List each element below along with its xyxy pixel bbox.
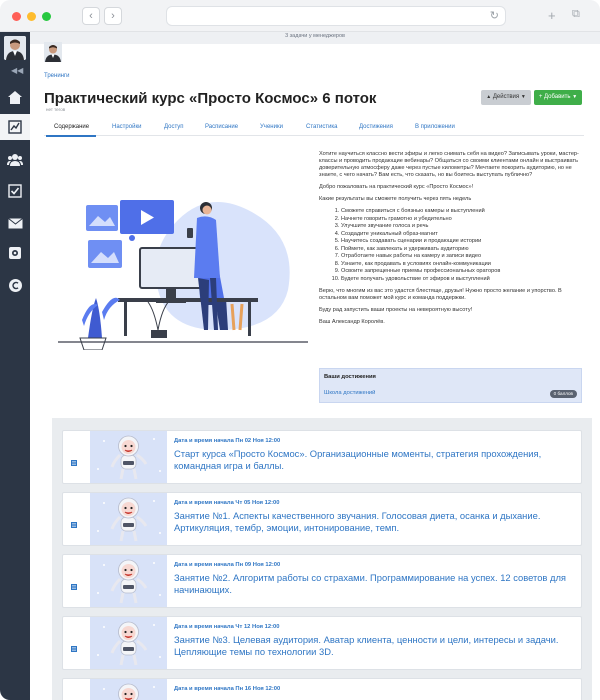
- lesson-list-icon: [71, 453, 77, 466]
- achievements-title: Ваши достижения: [324, 374, 376, 380]
- course-description: Хотите научиться классно вести эфиры и л…: [319, 151, 584, 331]
- app-window: ‹ › ↻ + ⧉ ◀◀ 3 задачи у менеджеров Трени…: [0, 0, 600, 700]
- description-outro: Верю, что многим из вас это удастся блес…: [319, 288, 562, 301]
- tab-bar: Содержание Настройки Доступ Расписание У…: [44, 120, 584, 136]
- lesson-title-link[interactable]: Старт курса «Просто Космос». Организацио…: [174, 448, 579, 471]
- sidebar-item-tasks[interactable]: [0, 178, 30, 204]
- maximize-window-icon[interactable]: [42, 12, 51, 21]
- lesson-thumbnail[interactable]: [90, 431, 167, 483]
- forward-icon[interactable]: ›: [104, 7, 122, 25]
- reload-icon[interactable]: ↻: [490, 9, 499, 22]
- list-item: Освоите запрещенные приемы профессиональ…: [341, 268, 584, 276]
- tabs-overview-icon[interactable]: ⧉: [572, 8, 580, 21]
- sidebar-item-settings[interactable]: [0, 240, 30, 266]
- sidebar-item-home[interactable]: [0, 84, 30, 110]
- chevron-down-icon: ▼: [572, 94, 578, 100]
- tab-students[interactable]: Ученики: [260, 124, 283, 130]
- lesson-title-link[interactable]: Занятие №1. Аспекты качественного звучан…: [174, 510, 579, 533]
- results-heading: Какие результаты вы сможете получить чер…: [319, 196, 472, 202]
- points-badge: 0 баллов: [549, 390, 577, 398]
- description-launch: Буду рад запустить ваши проекты на невер…: [319, 307, 473, 313]
- lesson-list-icon: [71, 577, 77, 590]
- lesson-card[interactable]: Дата и время начала Чт 12 Ноя 12:00 Занят…: [62, 616, 582, 670]
- list-item: Научитесь создавать сценарии и продающие…: [341, 238, 584, 246]
- home-icon: [8, 90, 22, 104]
- minimize-window-icon[interactable]: [27, 12, 36, 21]
- browser-toolbar: ‹ › ↻ + ⧉: [0, 0, 600, 32]
- tag-icon: ▲: [486, 94, 492, 100]
- list-item: Узнаете, как продавать в условиях онлайн…: [341, 261, 584, 269]
- lesson-list-icon: [71, 515, 77, 528]
- course-illustration: [58, 180, 308, 351]
- list-item: Будете получать удовольствие от эфиров и…: [341, 276, 584, 284]
- top-notice-bar[interactable]: 3 задачи у менеджеров: [30, 32, 600, 44]
- page-title: Практический курс «Просто Космос» 6 пото…: [44, 90, 377, 107]
- breadcrumb[interactable]: Тренинги: [44, 73, 70, 79]
- tab-in-app[interactable]: В приложении: [415, 124, 455, 130]
- list-item: Поймете, как завлекать и удерживать ауди…: [341, 246, 584, 254]
- tab-content[interactable]: Содержание: [54, 124, 89, 130]
- tags-label: нет тегов: [46, 107, 66, 112]
- gear-icon: [9, 247, 21, 259]
- sidebar-item-analytics[interactable]: [0, 114, 30, 140]
- collapse-sidebar-icon[interactable]: ◀◀: [11, 66, 23, 75]
- results-list: Сможете справиться с боязнью камеры и вы…: [341, 208, 584, 283]
- lesson-list-icon: [71, 639, 77, 652]
- list-item: Отработаете навык работы на камеру и зап…: [341, 253, 584, 261]
- chat-icon: [8, 278, 22, 292]
- lesson-start-date: Дата и время начала Пн 02 Ноя 12:00: [174, 438, 281, 444]
- checkbox-icon: [8, 184, 22, 198]
- actions-button[interactable]: ▲ Действия ▼: [481, 90, 531, 105]
- lesson-start-date: Дата и время начала Чт 12 Ноя 12:00: [174, 624, 280, 630]
- chevron-down-icon: ▼: [520, 94, 526, 100]
- list-item: Создадите уникальный образ-магнит: [341, 231, 584, 239]
- plus-icon: +: [538, 94, 543, 100]
- list-item: Сможете справиться с боязнью камеры и вы…: [341, 208, 584, 216]
- lesson-thumbnail[interactable]: [90, 617, 167, 669]
- tab-access[interactable]: Доступ: [164, 124, 184, 130]
- lesson-start-date: Дата и время начала Пн 09 Ноя 12:00: [174, 562, 281, 568]
- close-window-icon[interactable]: [12, 12, 21, 21]
- tab-settings[interactable]: Настройки: [112, 124, 141, 130]
- lesson-card[interactable]: Дата и время начала Пн 02 Ноя 12:00 Старт…: [62, 430, 582, 484]
- list-item: Улучшите звучание голоса и речь: [341, 223, 584, 231]
- sidebar-item-support[interactable]: [0, 272, 30, 298]
- tab-achievements[interactable]: Достижения: [359, 124, 393, 130]
- mail-icon: [7, 217, 23, 228]
- description-signature: Ваш Александр Королёв.: [319, 319, 385, 325]
- lesson-card[interactable]: Дата и время начала Пн 09 Ноя 12:00 Занят…: [62, 554, 582, 608]
- avatar[interactable]: [4, 36, 26, 60]
- description-intro: Хотите научиться классно вести эфиры и л…: [319, 151, 579, 178]
- lesson-thumbnail[interactable]: [90, 679, 167, 700]
- sidebar-item-users[interactable]: [0, 146, 30, 172]
- lesson-title-link[interactable]: Занятие №2. Алгоритм работы со страхами.…: [174, 572, 579, 595]
- lesson-thumbnail[interactable]: [90, 493, 167, 545]
- address-bar[interactable]: ↻: [166, 6, 506, 26]
- lesson-start-date: Дата и время начала Чт 05 Ноя 12:00: [174, 500, 280, 506]
- actions-button-label: Действия: [492, 94, 520, 100]
- users-icon: [7, 153, 23, 166]
- achievements-panel: Ваши достижения Школа достижений 0 балло…: [319, 368, 582, 403]
- left-sidebar: ◀◀: [0, 32, 30, 700]
- lesson-start-date: Дата и время начала Пн 16 Ноя 12:00: [174, 686, 281, 692]
- back-icon[interactable]: ‹: [82, 7, 100, 25]
- user-avatar[interactable]: [44, 42, 62, 62]
- chart-icon: [8, 120, 22, 134]
- manager-tasks-notice[interactable]: 3 задачи у менеджеров: [30, 33, 600, 39]
- lesson-card[interactable]: Дата и время начала Пн 16 Ноя 12:00: [62, 678, 582, 700]
- tab-schedule[interactable]: Расписание: [205, 124, 238, 130]
- list-item: Начнете говорить грамотно и убедительно: [341, 216, 584, 224]
- tab-statistics[interactable]: Статистика: [306, 124, 338, 130]
- new-tab-icon[interactable]: +: [548, 8, 556, 23]
- active-tab-indicator: [46, 135, 96, 137]
- lesson-thumbnail[interactable]: [90, 555, 167, 607]
- add-button-label: Добавить: [544, 94, 571, 100]
- lesson-card[interactable]: Дата и время начала Чт 05 Ноя 12:00 Занят…: [62, 492, 582, 546]
- add-button[interactable]: + Добавить ▼: [534, 90, 582, 105]
- description-welcome: Добро пожаловать на практический курс «П…: [319, 184, 474, 190]
- sidebar-item-messages[interactable]: [0, 210, 30, 236]
- lesson-title-link[interactable]: Занятие №3. Целевая аудитория. Аватар кл…: [174, 634, 579, 657]
- achievements-school-link[interactable]: Школа достижений: [324, 390, 375, 396]
